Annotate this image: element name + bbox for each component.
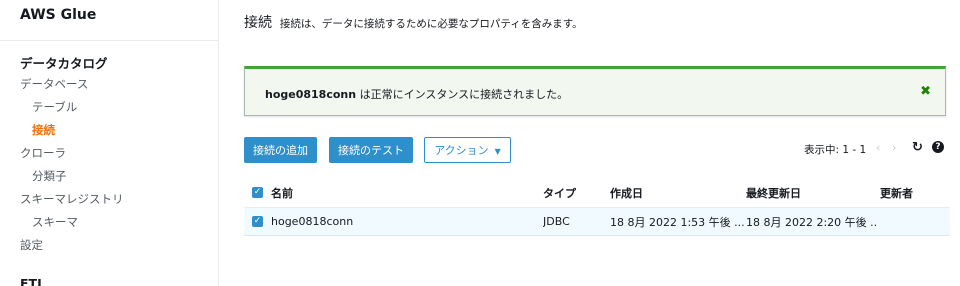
- sidebar-item-schemas[interactable]: スキーマ: [32, 214, 78, 230]
- nav-section-data-catalog: データカタログ: [20, 56, 108, 71]
- column-header-type[interactable]: タイプ: [543, 178, 603, 207]
- refresh-icon[interactable]: ↻: [912, 140, 923, 155]
- flash-text: hoge0818conn は正常にインスタンスに接続されました。: [265, 86, 568, 102]
- help-icon[interactable]: ?: [932, 141, 944, 153]
- service-title[interactable]: AWS Glue: [20, 7, 96, 23]
- column-header-name[interactable]: 名前: [271, 178, 521, 207]
- connection-created-date: 18 8月 2022 1:53 午後 ...: [610, 215, 744, 229]
- sidebar-item-schema-registries[interactable]: スキーマレジストリ: [20, 191, 124, 207]
- main-content: 接続 接続は、データに接続するために必要なプロパティを含みます。 hoge081…: [220, 0, 960, 286]
- prev-page-icon[interactable]: ‹: [876, 141, 880, 154]
- checkbox-checked-icon: ✓: [252, 216, 263, 227]
- add-connection-button[interactable]: 接続の追加: [244, 137, 317, 163]
- column-header-created[interactable]: 作成日: [610, 178, 740, 207]
- sidebar-item-connections[interactable]: 接続: [32, 122, 55, 138]
- flash-connection-name: hoge0818conn: [265, 88, 357, 101]
- connection-type: JDBC: [543, 215, 570, 228]
- action-dropdown-label: アクション: [434, 144, 489, 157]
- sidebar-item-classifiers[interactable]: 分類子: [32, 168, 67, 184]
- page-header: 接続 接続は、データに接続するために必要なプロパティを含みます。: [244, 12, 583, 32]
- checkbox-checked-icon: ✓: [252, 187, 263, 198]
- sidebar-item-databases[interactable]: データベース: [20, 76, 88, 92]
- row-checkbox[interactable]: ✓: [252, 208, 266, 235]
- success-flash-message: hoge0818conn は正常にインスタンスに接続されました。 ✖: [244, 66, 946, 116]
- connection-name-link[interactable]: hoge0818conn: [271, 208, 521, 235]
- table-header-row: ✓ 名前 タイプ 作成日 最終更新日 更新者: [244, 178, 950, 208]
- sidebar-divider: [0, 40, 218, 41]
- sidebar-item-crawlers[interactable]: クローラ: [20, 145, 66, 161]
- flash-message: は正常にインスタンスに接続されました。: [356, 88, 569, 101]
- caret-down-icon: ▼: [494, 146, 501, 156]
- page-description: 接続は、データに接続するために必要なプロパティを含みます。: [279, 18, 583, 30]
- sidebar-item-settings[interactable]: 設定: [20, 237, 43, 253]
- column-header-updated-by[interactable]: 更新者: [880, 178, 946, 207]
- next-page-icon[interactable]: ›: [892, 141, 896, 154]
- pagination-text: 表示中: 1 - 1: [804, 144, 867, 156]
- connection-updated-by: [880, 208, 946, 235]
- nav-section-etl: ETL: [20, 276, 46, 286]
- column-header-last-updated[interactable]: 最終更新日: [746, 178, 876, 207]
- close-icon[interactable]: ✖: [920, 84, 931, 99]
- page-title: 接続: [244, 15, 272, 31]
- table-row[interactable]: ✓ hoge0818conn JDBC 18 8月 2022 1:53 午後 .…: [244, 208, 950, 236]
- sidebar-item-tables[interactable]: テーブル: [32, 99, 77, 115]
- sidebar: AWS Glue データカタログ データベース テーブル 接続 クローラ 分類子…: [0, 0, 219, 286]
- test-connection-button[interactable]: 接続のテスト: [329, 137, 413, 163]
- select-all-checkbox[interactable]: ✓: [252, 178, 266, 207]
- connections-table: ✓ 名前 タイプ 作成日 最終更新日 更新者 ✓ hoge0818conn JD…: [244, 178, 950, 236]
- connection-updated-date: 18 8月 2022 2:20 午後 ...: [746, 215, 878, 229]
- action-dropdown-button[interactable]: アクション ▼: [424, 137, 511, 163]
